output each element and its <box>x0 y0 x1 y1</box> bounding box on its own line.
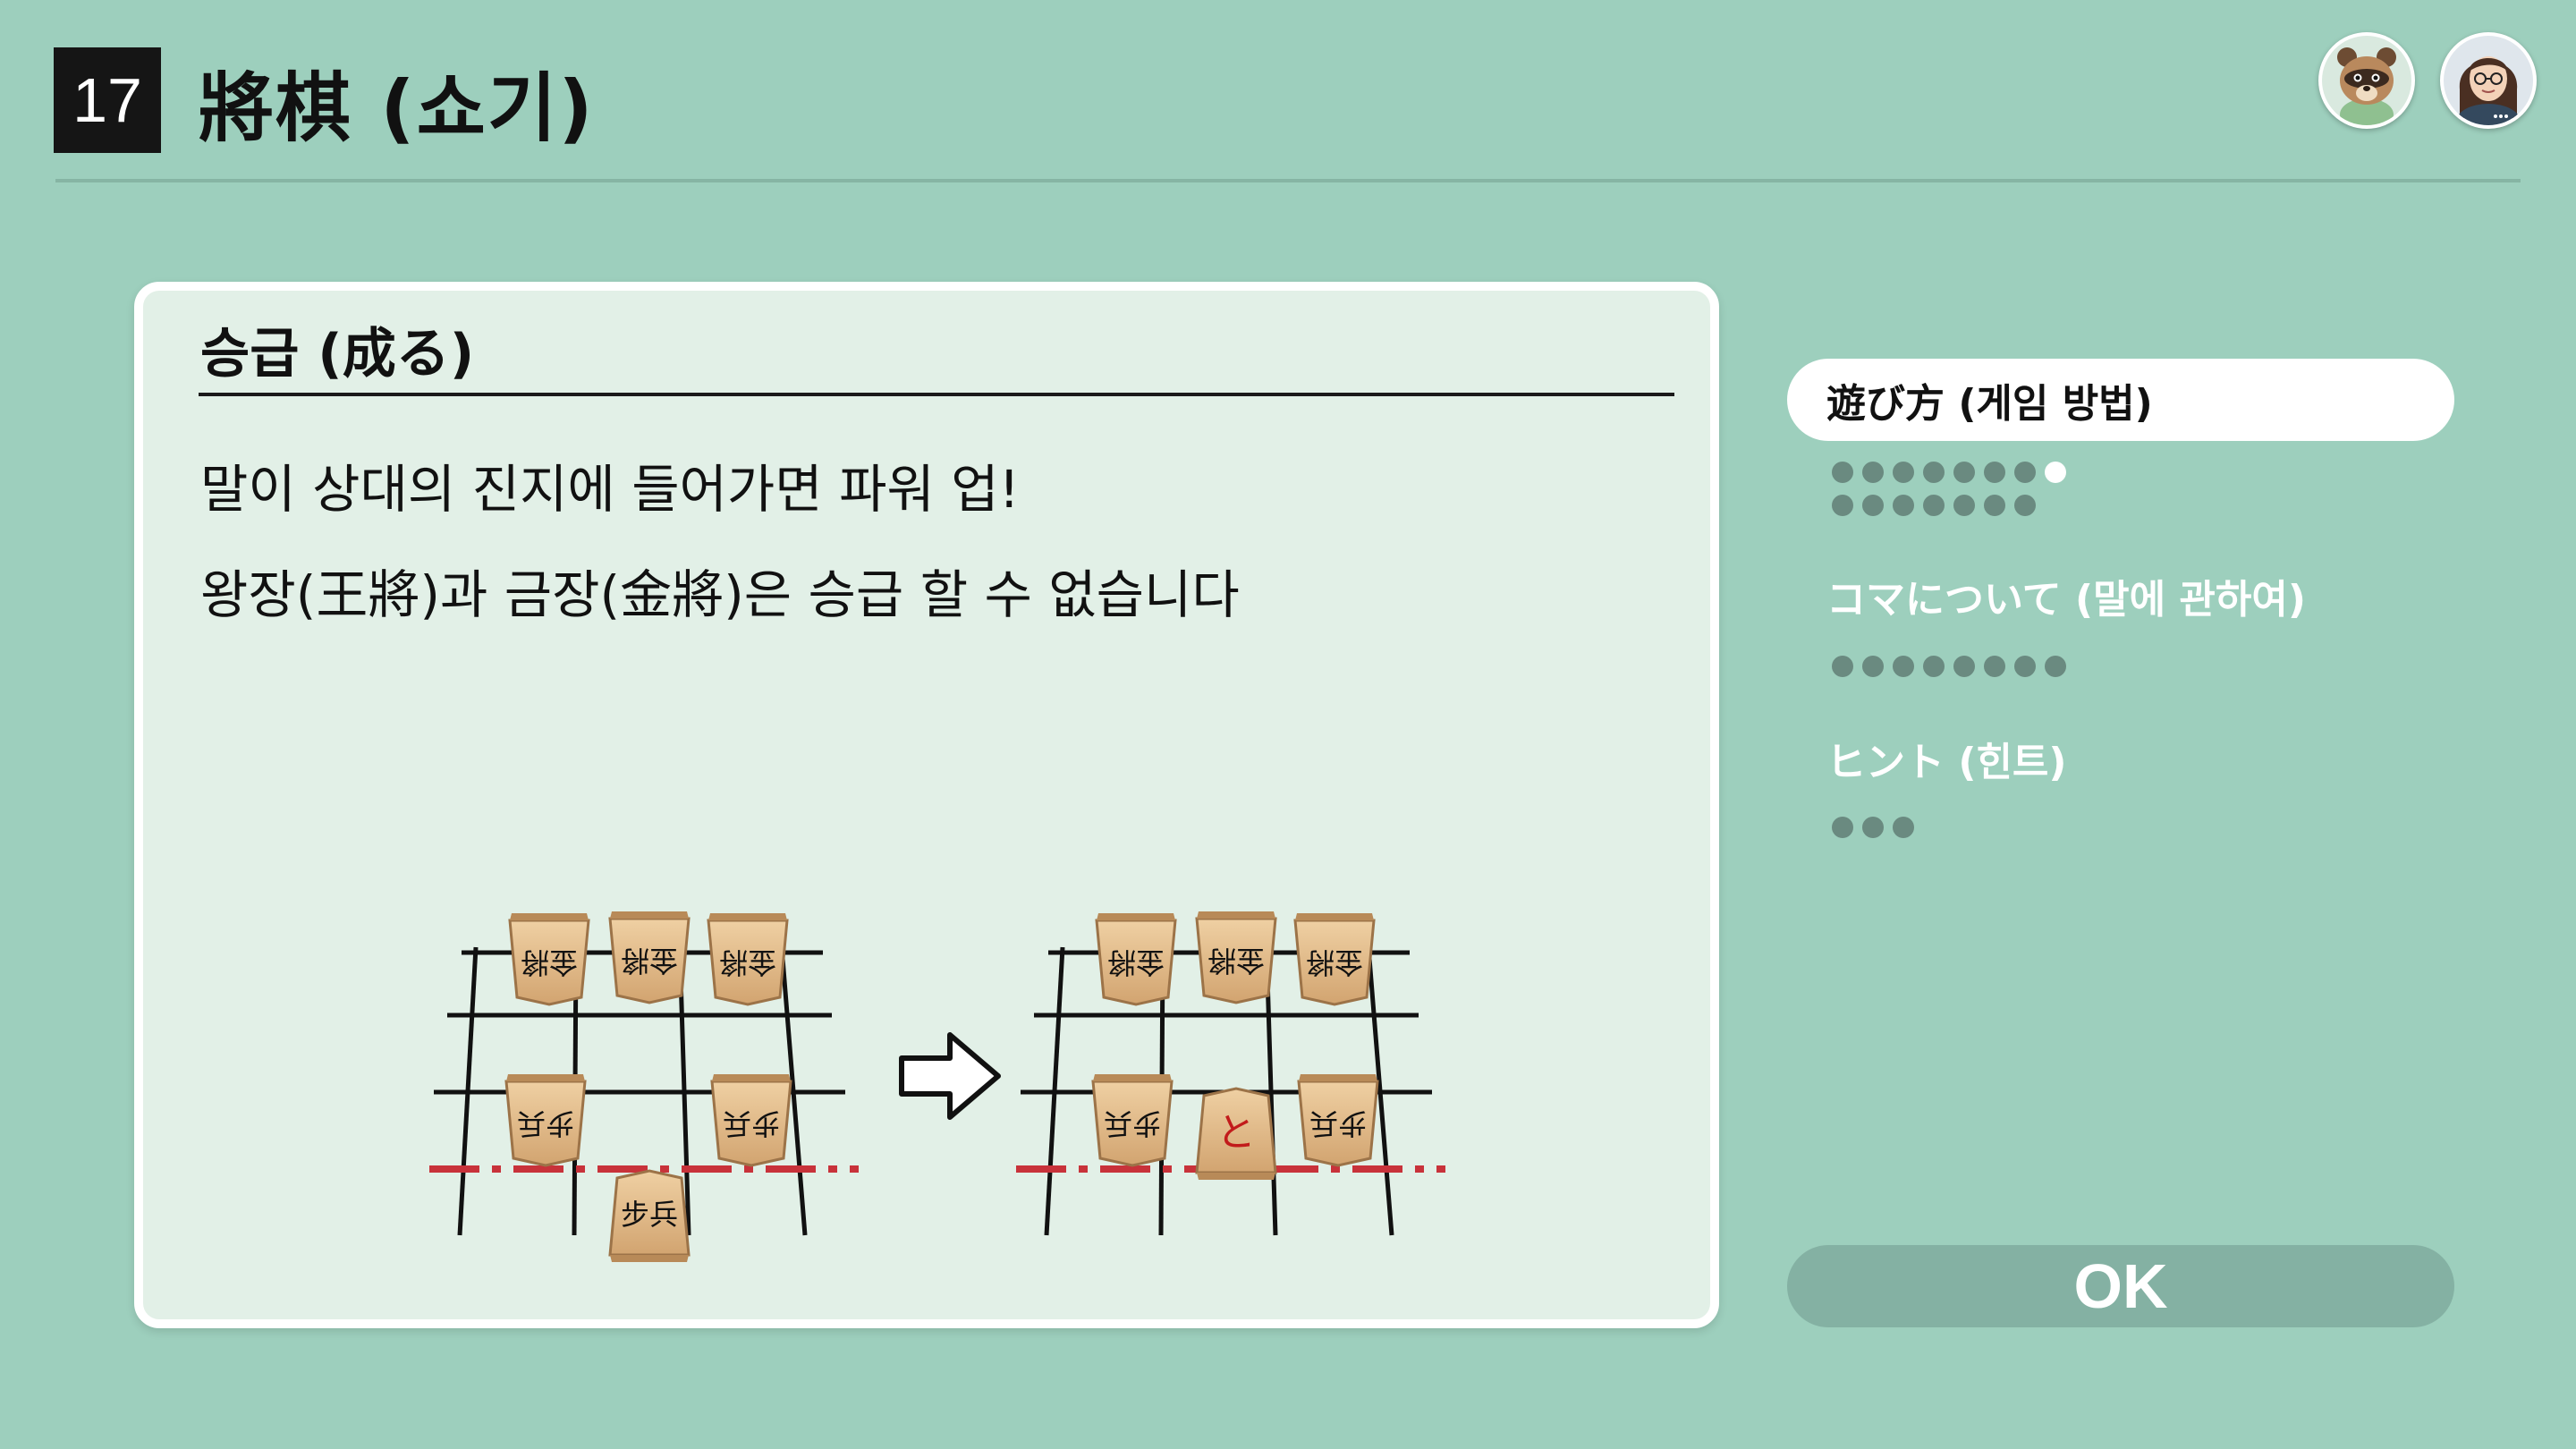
pawn-piece-label: 步兵 <box>621 1198 678 1232</box>
page-dot <box>1923 656 1945 677</box>
page-dot <box>1832 817 1853 838</box>
page-dot <box>1953 495 1975 516</box>
game-number-badge: 17 <box>54 47 161 153</box>
page-dot <box>2014 656 2036 677</box>
page-dot <box>1923 495 1945 516</box>
menu-item-how-to-play[interactable]: 遊び方 (게임 방법) <box>1787 359 2454 441</box>
promoted-piece-label: と <box>1216 1110 1256 1156</box>
page-dot <box>1832 495 1853 516</box>
page-dot <box>1862 817 1884 838</box>
page-dot <box>2045 656 2066 677</box>
page-dot <box>1862 656 1884 677</box>
pawn-piece-label: 步兵 <box>517 1106 574 1140</box>
page-dot <box>1984 495 2005 516</box>
game-title: 將棋 (쇼기) <box>199 64 595 152</box>
page-dots-hints <box>1832 817 1914 838</box>
promotion-illustration: 金將 金將 金將 步兵 步兵 步兵 金將 金將 金將 步兵 步兵 と <box>429 910 1445 1264</box>
gold-piece-label: 金將 <box>621 944 678 978</box>
page-dot <box>1984 656 2005 677</box>
menu-item-about-pieces[interactable]: コマについて (말에 관하여) <box>1826 567 2306 624</box>
page-dot <box>1953 656 1975 677</box>
page-dot <box>1832 462 1853 483</box>
rule-panel: 승급 (成る) 말이 상대의 진지에 들어가면 파워 업! 왕장(王將)과 금장… <box>134 282 1719 1328</box>
page-dot <box>1862 462 1884 483</box>
gold-piece-label: 金將 <box>719 945 776 979</box>
page-dot <box>1893 495 1914 516</box>
page-dot <box>1862 495 1884 516</box>
board-after: 金將 金將 金將 步兵 步兵 と <box>1016 910 1445 1236</box>
page-dot <box>1953 462 1975 483</box>
gold-piece-label: 金將 <box>1306 945 1363 979</box>
page-dot <box>1893 656 1914 677</box>
page-dot <box>2014 462 2036 483</box>
gold-piece-label: 金將 <box>521 945 578 979</box>
ok-button[interactable]: OK <box>1787 1245 2454 1327</box>
page-dots-how-to-play-row-2 <box>1832 495 2036 516</box>
raccoon-avatar-icon[interactable] <box>2318 32 2415 129</box>
gold-piece-label: 金將 <box>1208 944 1265 978</box>
board-before: 金將 金將 金將 步兵 步兵 步兵 <box>429 910 859 1264</box>
right-arrow-icon <box>899 1032 1001 1120</box>
header-divider <box>55 179 2521 182</box>
page-dots-about-pieces <box>1832 656 2066 677</box>
page-dot-current <box>2045 462 2066 483</box>
menu-item-hints[interactable]: ヒント (힌트) <box>1826 730 2067 787</box>
page-dots-how-to-play-row-1 <box>1832 462 2066 483</box>
page-dot <box>1893 817 1914 838</box>
player-avatar-icon[interactable] <box>2440 32 2537 129</box>
page-dot <box>1832 656 1853 677</box>
pawn-piece-label: 步兵 <box>723 1106 780 1140</box>
page-dot <box>1984 462 2005 483</box>
page-dot <box>1923 462 1945 483</box>
gold-piece-label: 金將 <box>1107 945 1165 979</box>
pawn-piece-label: 步兵 <box>1309 1106 1367 1140</box>
page-dot <box>1893 462 1914 483</box>
pawn-piece-label: 步兵 <box>1104 1106 1161 1140</box>
page-dot <box>2014 495 2036 516</box>
